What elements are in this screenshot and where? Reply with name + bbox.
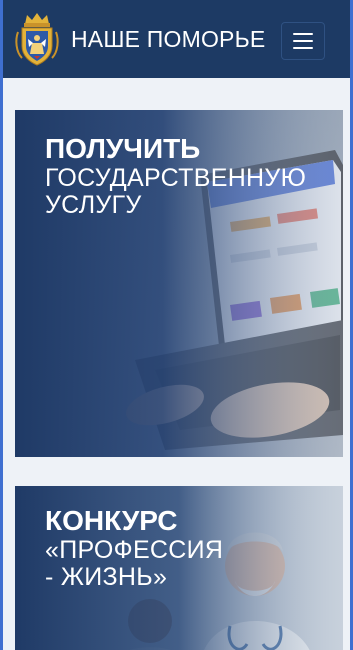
page: НАШЕ ПОМОРЬЕ ПОЛУЧИТЬ ГОСУДАРСТВЕННУЮ УС… bbox=[3, 0, 350, 650]
card-title-line2: «ПРОФЕССИЯ bbox=[45, 535, 224, 564]
service-card-gosuslugi[interactable]: ПОЛУЧИТЬ ГОСУДАРСТВЕННУЮ УСЛУГУ bbox=[15, 110, 343, 457]
card-title: ПОЛУЧИТЬ ГОСУДАРСТВЕННУЮ УСЛУГУ bbox=[45, 133, 307, 220]
card-title-line2: ГОСУДАРСТВЕННУЮ bbox=[45, 163, 307, 192]
contest-card-profession-life[interactable]: КОНКУРС «ПРОФЕССИЯ - ЖИЗНЬ» bbox=[15, 486, 343, 650]
menu-line bbox=[293, 47, 313, 49]
menu-line bbox=[293, 40, 313, 42]
menu-line bbox=[293, 33, 313, 35]
card-title-bold: ПОЛУЧИТЬ bbox=[45, 133, 201, 164]
coat-of-arms-icon[interactable] bbox=[13, 12, 61, 66]
card-title-line3: УСЛУГУ bbox=[45, 191, 142, 220]
site-title[interactable]: НАШЕ ПОМОРЬЕ bbox=[71, 26, 265, 53]
site-header: НАШЕ ПОМОРЬЕ bbox=[3, 0, 350, 78]
card-title-bold: КОНКУРС bbox=[45, 505, 178, 536]
card-title-line3: - ЖИЗНЬ» bbox=[45, 563, 168, 592]
card-title: КОНКУРС «ПРОФЕССИЯ - ЖИЗНЬ» bbox=[45, 505, 224, 592]
hamburger-menu-icon[interactable] bbox=[281, 22, 325, 60]
